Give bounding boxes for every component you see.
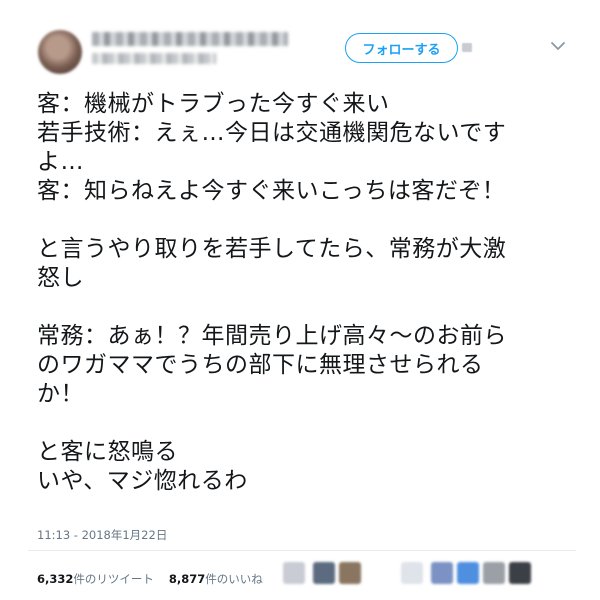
like-count-number: 8,877	[168, 572, 206, 586]
liker-avatar[interactable]	[313, 562, 335, 584]
liker-avatar[interactable]	[431, 562, 453, 584]
tweet-timestamp[interactable]: 11:13 - 2018年1月22日	[37, 527, 167, 543]
tweet-header: フォローする	[0, 0, 600, 88]
like-count[interactable]: 8,877件のいいね	[169, 571, 263, 587]
avatar[interactable]	[38, 30, 82, 74]
display-name-blurred[interactable]	[92, 32, 288, 46]
like-count-label: 件のいいね	[205, 572, 263, 586]
liker-avatar[interactable]	[509, 562, 531, 584]
liker-avatar[interactable]	[283, 562, 305, 584]
liker-avatar[interactable]	[401, 562, 423, 584]
retweet-count[interactable]: 6,332件のリツイート	[37, 571, 154, 587]
follow-extra-icon	[462, 43, 472, 52]
tweet-text: 客：機械がトラブった今すぐ来い 若手技術：えぇ…今日は交通機関危ないです よ… …	[37, 91, 507, 494]
chevron-down-icon[interactable]	[548, 38, 568, 54]
follow-button[interactable]: フォローする	[345, 33, 458, 63]
retweet-count-label: 件のリツイート	[73, 572, 154, 586]
tweet-stats: 6,332件のリツイート 8,877件のいいね	[37, 571, 263, 587]
liker-avatar[interactable]	[457, 562, 479, 584]
liker-avatar[interactable]	[483, 562, 505, 584]
username-blurred[interactable]	[92, 53, 216, 64]
retweet-count-number: 6,332	[37, 572, 74, 586]
liker-avatar[interactable]	[339, 562, 361, 584]
stats-divider	[28, 550, 576, 551]
